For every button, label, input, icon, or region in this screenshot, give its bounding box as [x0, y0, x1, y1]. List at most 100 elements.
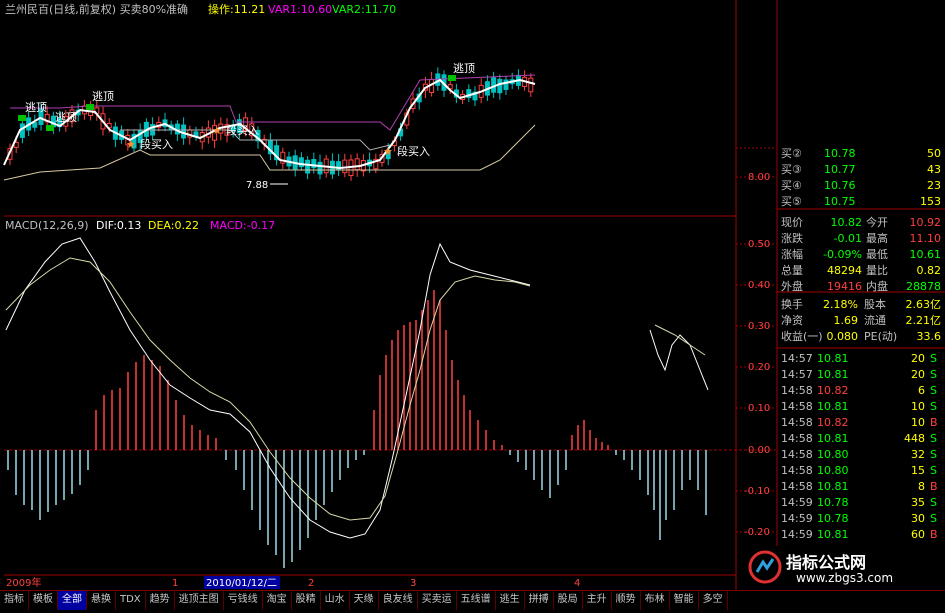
candle-body [354, 158, 360, 171]
toolbar-tab[interactable]: 顺势 [612, 591, 641, 610]
escape-top-label: 逃顶 [55, 111, 77, 124]
buy-label: 段买入 [226, 123, 259, 137]
stat-label: 净资 [781, 313, 803, 327]
trade-time: 14:58 [781, 416, 813, 429]
stat-value: 0.080 [827, 330, 859, 343]
top-marker [46, 125, 54, 131]
trade-side: S [930, 352, 937, 365]
toolbar-tab[interactable]: 趋势 [146, 591, 175, 610]
dif-line-right [649, 329, 709, 391]
trade-volume: 448 [904, 432, 925, 445]
bid-volume: 50 [927, 147, 941, 160]
stat-value: 11.10 [910, 232, 942, 245]
stat-label: 内盘 [866, 279, 888, 293]
trade-volume: 32 [911, 448, 925, 461]
toolbar-tab[interactable]: 指标 [0, 591, 29, 610]
trade-side: B [930, 416, 938, 429]
trade-time: 14:58 [781, 400, 813, 413]
toolbar-tab[interactable]: 拼搏 [525, 591, 554, 610]
trade-price: 10.78 [817, 496, 849, 509]
trade-time: 14:58 [781, 448, 813, 461]
month-mark: 3 [410, 578, 416, 589]
toolbar-tab[interactable]: 股局 [554, 591, 583, 610]
toolbar-tab[interactable]: 全部 [58, 591, 87, 610]
stat-label: 总量 [781, 263, 803, 277]
trend-line [3, 78, 536, 170]
macd-tick: 0.00 [748, 445, 770, 456]
stat-label: 量比 [866, 264, 888, 277]
trade-time: 14:57 [781, 352, 813, 365]
buy-label: 段买入 [397, 144, 430, 158]
toolbar-tab[interactable]: 逃生 [496, 591, 525, 610]
toolbar-tab[interactable]: 天缘 [350, 591, 379, 610]
trade-side: S [930, 384, 937, 397]
buy-star-icon: ★ [126, 138, 136, 151]
var2-value: VAR2:11.70 [332, 3, 396, 16]
stat-value: 1.69 [834, 314, 859, 327]
indicator-toolbar: 指标 模板 全部 悬换 TDX 趋势 逃顶主图 亏钱线 淘宝 股精 山水 天缘 良友线 买卖运 五线谱 逃生拼… [0, 590, 945, 610]
stat-value: 28878 [906, 280, 941, 293]
toolbar-tab[interactable]: TDX [116, 591, 146, 610]
bid-price: 10.77 [824, 163, 856, 176]
candle-body [298, 157, 304, 168]
macd-tick: 0.30 [748, 321, 770, 332]
escape-top-label: 逃顶 [25, 101, 47, 114]
toolbar-tab[interactable]: 五线谱 [457, 591, 496, 610]
stat-value: 19416 [827, 280, 862, 293]
stat-value: 2.63亿 [906, 298, 942, 311]
tick-trade-list: 14:57 10.81 20 S14:57 10.81 20 S14:58 10.82 6 S14… [781, 352, 938, 557]
trade-volume: 6 [918, 384, 925, 397]
dif-value: DIF:0.13 [96, 219, 141, 232]
stat-value: -0.01 [834, 232, 862, 245]
trade-price: 10.78 [817, 512, 849, 525]
chart-title: 兰州民百(日线,前复权) 买卖80%准确 [5, 2, 188, 16]
toolbar-tab[interactable]: 良友线 [379, 591, 418, 610]
stat-value: 2.18% [823, 298, 858, 311]
toolbar-tab[interactable]: 买卖运 [418, 591, 457, 610]
stat-label: 最低 [866, 248, 888, 261]
toolbar-tab[interactable]: 山水 [321, 591, 350, 610]
year-label: 2009年 [6, 576, 41, 589]
toolbar-tab[interactable]: 淘宝 [263, 591, 292, 610]
trade-time: 14:58 [781, 464, 813, 477]
month-mark: 1 [172, 578, 178, 589]
trade-volume: 60 [911, 528, 925, 541]
toolbar-tab[interactable]: 亏钱线 [224, 591, 263, 610]
candlestick-series [7, 67, 534, 181]
candle-body [181, 124, 187, 139]
stat-label: PE(动) [864, 330, 897, 343]
stat-value: -0.09% [823, 248, 862, 261]
top-marker [86, 104, 94, 110]
bid-volume: 153 [920, 195, 941, 208]
stat-value: 2.21亿 [906, 314, 942, 327]
macd-histogram [7, 290, 707, 568]
trade-volume: 15 [911, 464, 925, 477]
toolbar-tab[interactable]: 智能 [670, 591, 699, 610]
toolbar-tab[interactable]: 多空 [699, 591, 728, 610]
candle-body [305, 159, 311, 174]
trade-side: S [930, 400, 937, 413]
stat-value: 10.82 [831, 216, 863, 229]
stock-chart-window: 兰州民百(日线,前复权) 买卖80%准确 操作:11.21 VAR1:10.60… [0, 0, 945, 610]
toolbar-tab[interactable]: 悬换 [87, 591, 116, 610]
toolbar-tab[interactable]: 逃顶主图 [175, 591, 224, 610]
toolbar-tab[interactable]: 主升 [583, 591, 612, 610]
stat-label: 流通 [864, 313, 886, 327]
macd-value: MACD:-0.17 [210, 219, 275, 232]
trade-price: 10.81 [817, 480, 849, 493]
escape-top-label: 逃顶 [92, 90, 114, 103]
toolbar-tab[interactable]: 模板 [29, 591, 58, 610]
macd-tick: 0.50 [748, 239, 770, 250]
buy-star-icon: ★ [383, 145, 393, 158]
macd-tick: -0.10 [744, 486, 770, 497]
trade-price: 10.80 [817, 448, 849, 461]
stat-label: 涨跌 [781, 231, 803, 245]
stat-label: 收益(一) [781, 329, 823, 343]
stat-value: 48294 [827, 264, 862, 277]
toolbar-tab[interactable]: 布林 [641, 591, 670, 610]
toolbar-tab[interactable]: 股精 [292, 591, 321, 610]
trade-volume: 20 [911, 352, 925, 365]
stat-value: 0.82 [917, 264, 942, 277]
bid-price: 10.75 [824, 195, 856, 208]
stat-value: 10.61 [910, 248, 942, 261]
